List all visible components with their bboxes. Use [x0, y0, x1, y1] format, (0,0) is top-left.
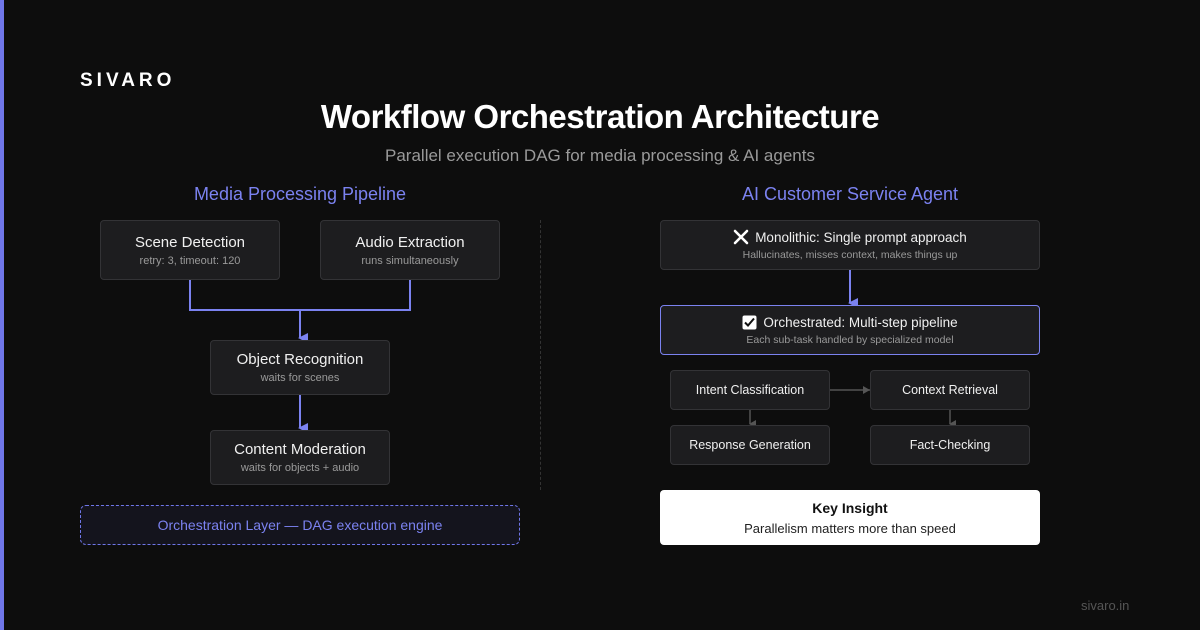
section-heading-agent: AI Customer Service Agent: [741, 184, 959, 204]
checkbox-icon: [742, 315, 757, 329]
node-label: Object Recognition: [236, 351, 364, 368]
orchestration-layer: Orchestration Layer — DAG execution engi…: [80, 505, 520, 545]
node-sublabel: retry: 3, timeout: 120: [139, 254, 241, 267]
node-audio-extraction: Audio Extraction runs simultaneously: [320, 220, 500, 280]
node-sublabel: waits for scenes: [260, 372, 340, 384]
step-context-retrieval: Context Retrieval: [870, 370, 1030, 410]
step-label: Context Retrieval: [902, 383, 998, 397]
step-label: Intent Classification: [695, 383, 805, 397]
node-object-recognition: Object Recognition waits for scenes: [210, 340, 390, 395]
node-orchestrated: Orchestrated: Multi-step pipeline Each s…: [660, 305, 1040, 355]
step-intent-classification: Intent Classification: [670, 370, 830, 410]
edge-audio-to-merge: [300, 280, 411, 311]
orchestrated-label: Orchestrated: Multi-step pipeline: [763, 314, 958, 330]
step-label: Response Generation: [689, 438, 811, 452]
node-label: Content Moderation: [234, 441, 366, 458]
node-monolithic: Monolithic: Single prompt approach Hallu…: [660, 220, 1040, 270]
node-label: Audio Extraction: [355, 233, 465, 251]
insight-text: Parallelism matters more than speed: [744, 520, 956, 536]
step-response-generation: Response Generation: [670, 425, 830, 465]
cross-icon: [733, 229, 749, 245]
monolithic-sublabel: Hallucinates, misses context, makes thin…: [742, 249, 958, 261]
footer-url[interactable]: sivaro.in: [1081, 598, 1129, 613]
section-divider: [540, 220, 541, 490]
edge-scene-to-merge: [189, 280, 300, 311]
node-sublabel: waits for objects + audio: [240, 462, 360, 474]
section-heading-media: Media Processing Pipeline: [193, 184, 407, 204]
monolithic-label: Monolithic: Single prompt approach: [755, 229, 967, 245]
step-label: Fact-Checking: [909, 438, 991, 452]
node-content-moderation: Content Moderation waits for objects + a…: [210, 430, 390, 485]
step-fact-checking: Fact-Checking: [870, 425, 1030, 465]
key-insight-card: Key Insight Parallelism matters more tha…: [660, 490, 1040, 545]
node-scene-detection: Scene Detection retry: 3, timeout: 120: [100, 220, 280, 280]
node-label: Scene Detection: [134, 233, 246, 251]
orchestrated-sublabel: Each sub-task handled by specialized mod…: [746, 333, 954, 346]
insight-title: Key Insight: [812, 499, 888, 516]
node-sublabel: runs simultaneously: [361, 254, 459, 267]
